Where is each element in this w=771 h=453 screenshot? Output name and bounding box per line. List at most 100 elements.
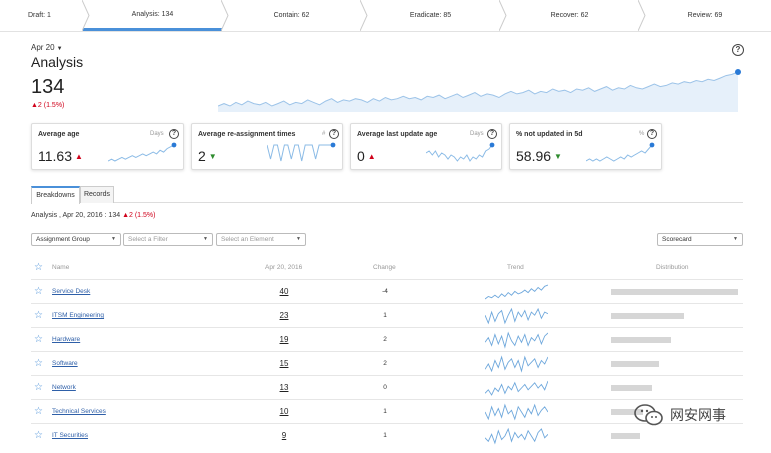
indicator-value: 134 <box>31 76 65 98</box>
indicator-change: ▲2 (1.5%) <box>31 102 65 109</box>
sparkline-line <box>485 284 548 300</box>
select-placeholder: Select an Element <box>221 236 274 243</box>
star-icon[interactable]: ☆ <box>34 310 43 321</box>
select-value: Assignment Group <box>36 236 90 243</box>
breadcrumb-text: Analysis , Apr 20, 2016 : 134 <box>31 212 121 219</box>
breadcrumb-change: ▲2 (1.5%) <box>122 212 156 219</box>
card-average-age[interactable]: Average age Days ? 11.63 ▲ <box>31 123 184 170</box>
card-sparkline <box>586 142 655 162</box>
row-value-link[interactable]: 40 <box>278 287 290 296</box>
header-distribution: Distribution <box>656 264 689 271</box>
sparkline-line <box>267 144 333 162</box>
sparkline-current-point <box>171 142 177 148</box>
row-trend-sparkline <box>485 427 548 445</box>
card-not-updated-5d[interactable]: % not updated in 5d % ? 58.96 ▼ <box>509 123 662 170</box>
table-row: ☆ Software 15 2 <box>31 351 743 375</box>
help-icon[interactable]: ? <box>487 129 497 139</box>
row-value-link[interactable]: 15 <box>278 359 290 368</box>
watermark: 网安网事 <box>634 403 726 427</box>
row-change: 2 <box>383 360 387 367</box>
row-value-link[interactable]: 19 <box>278 335 290 344</box>
chevron-right-icon <box>638 0 646 31</box>
card-sparkline <box>267 142 336 162</box>
card-unit: # <box>322 131 326 137</box>
row-trend-sparkline <box>485 403 548 421</box>
help-icon[interactable]: ? <box>329 129 339 139</box>
card-title: Average last update age <box>357 131 438 138</box>
sparkline-current-point <box>330 142 336 148</box>
star-icon[interactable]: ☆ <box>34 406 43 417</box>
header-date[interactable]: Apr 20, 2016 <box>265 264 302 271</box>
trend-area <box>218 72 738 112</box>
group-by-select[interactable]: Assignment Group ▼ <box>31 233 121 246</box>
chevron-right-icon <box>221 0 229 31</box>
stage-analysis[interactable]: Analysis: 134 <box>83 0 229 31</box>
table-row: ☆ Service Desk 40 -4 <box>31 279 743 303</box>
star-icon[interactable]: ☆ <box>34 382 43 393</box>
row-value-link[interactable]: 9 <box>278 431 290 440</box>
stage-eradicate[interactable]: Eradicate: 85 <box>361 0 507 31</box>
caret-down-icon: ▼ <box>296 236 301 242</box>
row-name-link[interactable]: Software <box>52 360 78 367</box>
select-placeholder: Select a Filter <box>128 236 168 243</box>
star-icon[interactable]: ☆ <box>34 358 43 369</box>
row-trend-sparkline <box>485 284 548 300</box>
sparkline-line <box>485 403 548 421</box>
row-name-link[interactable]: Hardware <box>52 336 80 343</box>
trend-down-icon: ▼ <box>208 152 217 161</box>
tab-breakdowns[interactable]: Breakdowns <box>31 186 80 204</box>
filter-select[interactable]: Select a Filter ▼ <box>123 233 213 246</box>
card-title: % not updated in 5d <box>516 131 583 138</box>
caret-down-icon: ▼ <box>56 46 63 52</box>
trend-down-icon: ▼ <box>554 152 562 161</box>
row-distribution-bar <box>611 313 684 319</box>
row-name-link[interactable]: IT Securities <box>52 432 88 439</box>
tab-records[interactable]: Records <box>80 186 114 203</box>
stage-label: Review: 69 <box>687 12 723 19</box>
sparkline-line <box>485 380 548 396</box>
chevron-right-icon <box>360 0 368 31</box>
row-trend-sparkline <box>485 355 548 373</box>
card-unit: Days <box>470 131 484 137</box>
sparkline-line <box>485 427 548 445</box>
help-icon[interactable]: ? <box>169 129 179 139</box>
card-title: Average re-assignment times <box>198 131 296 138</box>
stage-contain[interactable]: Contain: 62 <box>222 0 368 31</box>
row-value-link[interactable]: 23 <box>278 311 290 320</box>
row-value-link[interactable]: 13 <box>278 383 290 392</box>
stage-review[interactable]: Review: 69 <box>639 0 771 31</box>
trend-up-icon: ▲ <box>75 152 83 161</box>
row-name-link[interactable]: Network <box>52 384 76 391</box>
page-title: Analysis <box>31 54 84 70</box>
card-last-update-age[interactable]: Average last update age Days ? 0 ▲ <box>350 123 502 170</box>
card-value: 58.96 ▼ <box>516 148 562 164</box>
element-select[interactable]: Select an Element ▼ <box>216 233 306 246</box>
wechat-icon <box>634 404 663 426</box>
help-icon[interactable]: ? <box>647 129 657 139</box>
row-change: 2 <box>383 336 387 343</box>
header-change[interactable]: Change <box>373 264 396 271</box>
stage-draft[interactable]: Draft: 1 <box>0 0 90 31</box>
header-name[interactable]: Name <box>52 264 69 271</box>
row-name-link[interactable]: Technical Services <box>52 408 106 415</box>
row-change: -4 <box>382 288 388 295</box>
table-row: ☆ Network 13 0 <box>31 375 743 399</box>
view-select[interactable]: Scorecard ▼ <box>657 233 743 246</box>
date-select[interactable]: Apr 20 ▼ <box>31 43 63 52</box>
card-unit: Days <box>150 131 164 137</box>
row-name-link[interactable]: Service Desk <box>52 288 90 295</box>
row-change: 1 <box>383 408 387 415</box>
select-value: Scorecard <box>662 236 692 243</box>
row-name-link[interactable]: ITSM Engineering <box>52 312 104 319</box>
star-icon[interactable]: ☆ <box>34 334 43 345</box>
help-icon[interactable]: ? <box>732 44 744 56</box>
row-value-link[interactable]: 10 <box>278 407 290 416</box>
card-reassignment-times[interactable]: Average re-assignment times # ? 2 ▼ <box>191 123 343 170</box>
table-row: ☆ ITSM Engineering 23 1 <box>31 303 743 327</box>
sparkline-line <box>485 307 548 325</box>
star-icon[interactable]: ☆ <box>34 286 43 297</box>
stage-recover[interactable]: Recover: 62 <box>500 0 646 31</box>
card-value-text: 0 <box>357 148 365 164</box>
star-icon[interactable]: ☆ <box>34 430 43 441</box>
sparkline-line <box>586 144 653 162</box>
